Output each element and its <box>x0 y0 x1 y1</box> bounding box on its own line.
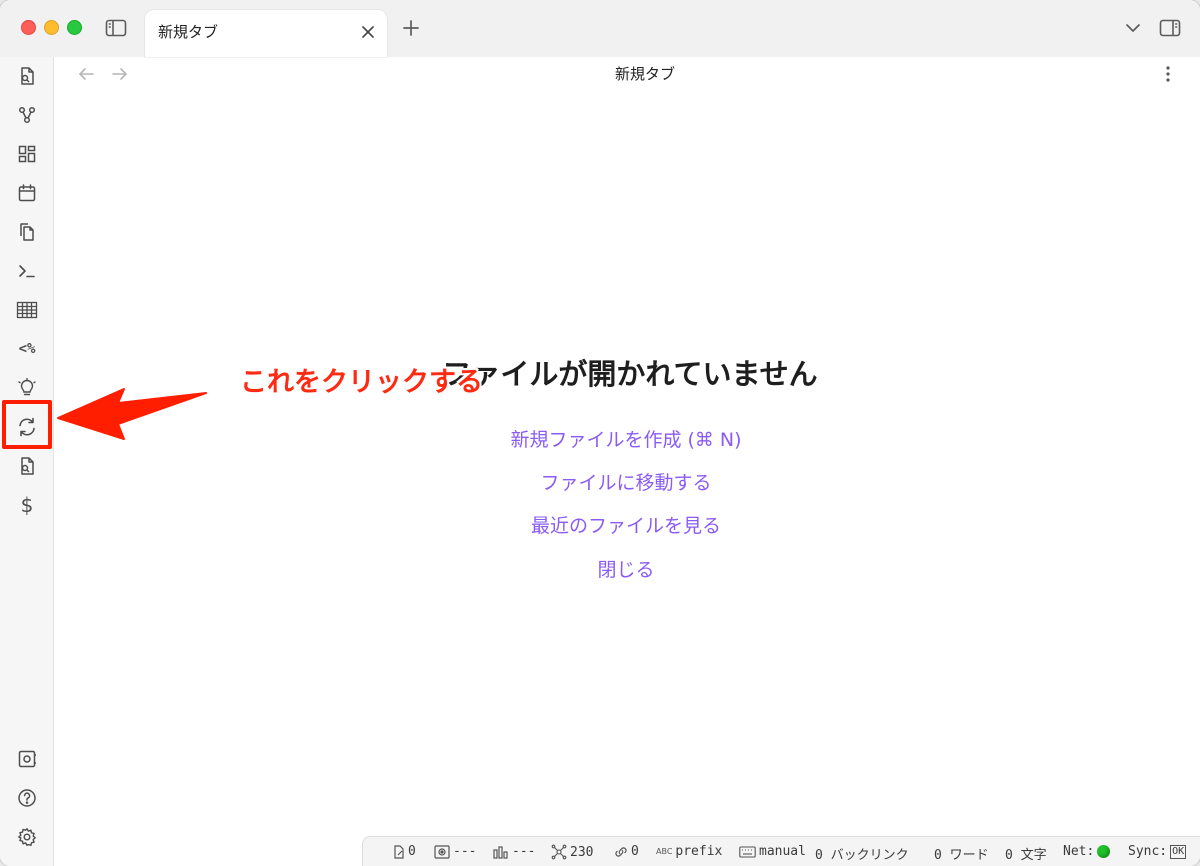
annotation-highlight-box <box>2 400 52 449</box>
help-icon[interactable] <box>14 785 40 811</box>
copy-icon[interactable] <box>14 219 40 245</box>
net-label: Net: <box>1063 844 1095 859</box>
dollar-icon[interactable]: $ <box>14 492 40 518</box>
link-count-value: 0 <box>631 844 639 859</box>
annotation-arrow-icon <box>57 388 207 440</box>
create-new-file-link[interactable]: 新規ファイルを作成 (⌘ N) <box>420 425 832 452</box>
status-words[interactable]: 0 ワード <box>934 844 989 863</box>
tab-title: 新規タブ <box>158 23 219 41</box>
focus-value: --- <box>453 844 477 859</box>
status-bar: 0 --- --- 230 0 ABC prefix manual 0 バックリ… <box>362 836 1200 866</box>
status-graph[interactable]: 230 <box>551 844 593 860</box>
net-status-dot <box>1097 845 1111 858</box>
calendar-icon[interactable] <box>14 180 40 206</box>
status-sync[interactable]: Sync: OK <box>1128 844 1187 859</box>
sync-label: Sync: <box>1128 844 1168 859</box>
file-pencil-icon <box>393 844 405 859</box>
table-icon[interactable] <box>14 297 40 323</box>
settings-icon[interactable] <box>14 824 40 850</box>
more-options-icon[interactable] <box>1158 64 1178 84</box>
graph-count-value: 230 <box>570 844 594 860</box>
left-sidebar-toggle-icon[interactable] <box>103 16 129 40</box>
status-manual[interactable]: manual <box>739 844 806 859</box>
status-net[interactable]: Net: <box>1063 844 1111 859</box>
prefix-label: prefix <box>675 844 723 859</box>
abc-icon: ABC <box>656 847 673 856</box>
sync-status-badge: OK <box>1170 844 1187 859</box>
vault-icon[interactable] <box>14 746 40 772</box>
bar-chart-icon <box>493 845 509 859</box>
keyboard-icon <box>739 845 756 858</box>
app-window: 新規タブ <% $ 新規タブ ファイルが開かれていません 新規ファイルを作成 (… <box>0 0 1200 866</box>
status-chars[interactable]: 0 文字 <box>1005 844 1047 863</box>
manual-label: manual <box>759 844 806 859</box>
graph-icon[interactable] <box>14 102 40 128</box>
terminal-icon[interactable] <box>14 258 40 284</box>
recent-files-link[interactable]: 最近のファイルを見る <box>420 511 832 538</box>
annotation-text: これをクリックする <box>240 367 483 398</box>
status-edit-count[interactable]: 0 <box>393 844 416 859</box>
focus-icon <box>434 844 450 859</box>
lightbulb-icon[interactable] <box>14 375 40 401</box>
go-to-file-link[interactable]: ファイルに移動する <box>420 468 832 495</box>
status-focus[interactable]: --- <box>434 844 476 859</box>
left-ribbon: <% $ <box>0 57 54 866</box>
tab-new-tab[interactable]: 新規タブ <box>145 10 387 57</box>
status-links[interactable]: 0 <box>614 844 639 859</box>
new-tab-icon[interactable] <box>398 16 424 40</box>
right-sidebar-toggle-icon[interactable] <box>1157 16 1183 40</box>
chevron-down-icon[interactable] <box>1120 16 1146 40</box>
status-stats[interactable]: --- <box>493 844 535 859</box>
status-backlinks[interactable]: 0 バックリンク <box>815 844 909 863</box>
templater-icon[interactable]: <% <box>14 336 40 362</box>
status-prefix[interactable]: ABC prefix <box>656 844 722 859</box>
zoom-window-button[interactable] <box>67 20 82 35</box>
close-window-button[interactable] <box>21 20 36 35</box>
link-icon <box>614 845 628 859</box>
view-title-text: 新規タブ <box>614 65 675 83</box>
stats-value: --- <box>512 844 536 859</box>
layout-grid-icon[interactable] <box>14 141 40 167</box>
empty-state-title: ファイルが開かれていません <box>442 357 818 391</box>
file-search-2-icon[interactable] <box>14 453 40 479</box>
close-link[interactable]: 閉じる <box>420 555 832 582</box>
view-title: 新規タブ <box>0 63 1200 84</box>
network-icon <box>551 844 567 860</box>
edit-count-value: 0 <box>408 844 416 859</box>
minimize-window-button[interactable] <box>44 20 59 35</box>
close-tab-icon[interactable] <box>358 22 378 42</box>
title-bar: 新規タブ <box>0 0 1200 57</box>
